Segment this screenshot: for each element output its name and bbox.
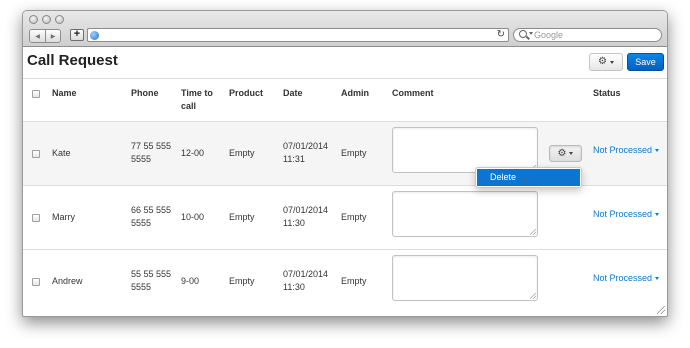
browser-window: ◀ ▶ + ↻ Google Call Request ⚙ Save Name …: [22, 10, 668, 317]
resize-grip-icon[interactable]: [530, 229, 536, 235]
globe-icon: [90, 31, 99, 40]
table-row: Andrew 55 55 555 5555 9-00 Empty 07/01/2…: [23, 249, 667, 313]
header-status: Status: [593, 88, 621, 98]
window-controls: [29, 15, 64, 24]
row-checkbox[interactable]: [32, 214, 40, 222]
settings-dropdown-button[interactable]: ⚙: [589, 53, 623, 71]
status-dropdown[interactable]: Not Processed: [593, 208, 660, 221]
row-date-line2: 11:30: [283, 218, 305, 228]
row-checkbox[interactable]: [32, 150, 40, 158]
caret-down-icon: [609, 60, 614, 64]
row-phone-line1: 77 55 555: [131, 141, 172, 151]
page-content: Call Request ⚙ Save Name Phone Time to c…: [23, 48, 667, 316]
table-row: Marry 66 55 555 5555 10-00 Empty 07/01/2…: [23, 185, 667, 249]
search-placeholder: Google: [534, 30, 564, 40]
row-phone-line1: 66 55 555: [131, 205, 172, 215]
row-name: Kate: [52, 148, 71, 158]
zoom-window-button[interactable]: [55, 15, 64, 24]
reload-icon[interactable]: ↻: [497, 29, 505, 40]
row-name: Andrew: [52, 276, 83, 286]
resize-grip-icon[interactable]: [657, 306, 665, 314]
header-admin: Admin: [341, 88, 369, 98]
header-date: Date: [283, 88, 303, 98]
row-date-line2: 11:30: [283, 282, 305, 292]
row-product: Empty: [229, 276, 255, 286]
caret-down-icon: [655, 277, 660, 280]
header-phone: Phone: [131, 88, 159, 98]
back-arrow-icon[interactable]: ◀: [30, 30, 45, 42]
row-time: 10-00: [181, 212, 205, 222]
browser-toolbar: ◀ ▶ + ↻ Google: [23, 11, 667, 47]
row-admin: Empty: [341, 212, 367, 222]
save-button[interactable]: Save: [627, 53, 664, 71]
delete-menu-item[interactable]: Delete: [477, 169, 580, 186]
header-time-line2: call: [181, 101, 197, 111]
page-title: Call Request: [27, 52, 118, 69]
row-actions-button[interactable]: ⚙: [549, 145, 582, 162]
row-product: Empty: [229, 148, 255, 158]
chevron-down-icon: [529, 32, 533, 35]
comment-textarea[interactable]: [392, 191, 538, 237]
row-date-line1: 07/01/2014: [283, 205, 329, 215]
status-dropdown[interactable]: Not Processed: [593, 144, 660, 157]
row-phone-line2: 5555: [131, 282, 152, 292]
page-header: Call Request ⚙ Save: [23, 48, 667, 79]
row-phone-line2: 5555: [131, 218, 152, 228]
row-actions-menu: Delete: [475, 167, 582, 188]
header-product: Product: [229, 88, 264, 98]
address-bar[interactable]: ↻: [87, 28, 509, 42]
caret-down-icon: [569, 152, 574, 155]
header-comment: Comment: [392, 88, 434, 98]
status-label: Not Processed: [593, 145, 653, 155]
header-time-line1: Time to: [181, 88, 213, 98]
row-time: 9-00: [181, 276, 200, 286]
row-name: Marry: [52, 212, 75, 222]
search-icon: [519, 30, 527, 38]
status-dropdown[interactable]: Not Processed: [593, 272, 660, 285]
row-date-line1: 07/01/2014: [283, 269, 329, 279]
minimize-window-button[interactable]: [42, 15, 51, 24]
caret-down-icon: [655, 149, 660, 152]
row-admin: Empty: [341, 148, 367, 158]
caret-down-icon: [655, 213, 660, 216]
forward-arrow-icon[interactable]: ▶: [45, 30, 60, 42]
browser-search-input[interactable]: Google: [513, 28, 662, 42]
row-product: Empty: [229, 212, 255, 222]
plus-icon[interactable]: +: [70, 29, 84, 41]
row-checkbox[interactable]: [32, 278, 40, 286]
status-label: Not Processed: [593, 273, 653, 283]
close-window-button[interactable]: [29, 15, 38, 24]
row-phone-line1: 55 55 555: [131, 269, 172, 279]
comment-textarea[interactable]: [392, 255, 538, 301]
gear-icon: ⚙: [598, 56, 607, 67]
history-nav: ◀ ▶: [29, 29, 61, 43]
row-date-line1: 07/01/2014: [283, 141, 329, 151]
row-date-line2: 11:31: [283, 154, 305, 164]
resize-grip-icon[interactable]: [530, 293, 536, 299]
gear-icon: ⚙: [557, 147, 567, 159]
select-all-checkbox[interactable]: [32, 90, 40, 98]
status-label: Not Processed: [593, 209, 653, 219]
row-admin: Empty: [341, 276, 367, 286]
row-phone-line2: 5555: [131, 154, 152, 164]
header-name: Name: [52, 88, 77, 98]
row-time: 12-00: [181, 148, 205, 158]
